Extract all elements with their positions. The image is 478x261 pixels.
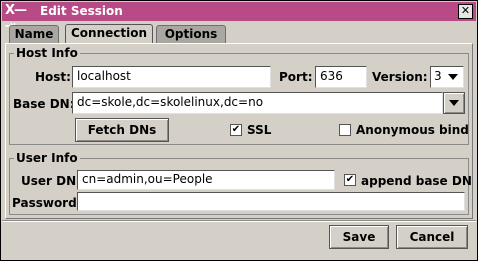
version-select[interactable]: 3 [430, 66, 464, 88]
cancel-button[interactable]: Cancel [396, 225, 468, 249]
x-app-icon: X—⇥ [5, 3, 27, 34]
password-label: Password: [12, 196, 82, 210]
user-info-label: User Info [14, 151, 80, 165]
append-base-dn-label: append base DN [361, 174, 472, 188]
user-dn-label: User DN: [21, 174, 81, 188]
fetch-dns-button[interactable]: Fetch DNs [75, 118, 169, 142]
version-value: 3 [434, 69, 442, 83]
chevron-down-icon [449, 100, 459, 106]
password-input[interactable] [77, 192, 465, 211]
close-window-button[interactable]: ✕ [458, 4, 473, 19]
host-info-label: Host Info [14, 46, 80, 60]
host-label: Host: [35, 70, 71, 84]
append-base-dn-checkbox[interactable]: ✔ [344, 174, 356, 186]
save-button[interactable]: Save [329, 225, 389, 249]
tab-options[interactable]: Options [156, 25, 226, 43]
tab-name[interactable]: Name [9, 25, 59, 43]
anonymous-bind-checkbox[interactable] [339, 124, 351, 136]
user-dn-input[interactable]: cn=admin,ou=People [77, 170, 335, 190]
edit-session-dialog: X—⇥ Edit Session ✕ Name Connection Optio… [0, 0, 478, 261]
close-icon: ✕ [460, 4, 471, 17]
port-input[interactable]: 636 [315, 66, 367, 88]
anonymous-bind-label: Anonymous bind [356, 123, 469, 137]
chevron-down-icon [448, 74, 458, 80]
version-label: Version: [372, 70, 428, 84]
checkmark-icon: ✔ [231, 124, 241, 135]
port-label: Port: [279, 70, 313, 84]
host-input[interactable]: localhost [72, 66, 271, 88]
ssl-label: SSL [247, 123, 272, 137]
separator [2, 220, 476, 222]
window-title: Edit Session [40, 4, 123, 18]
tab-connection[interactable]: Connection [65, 24, 153, 44]
checkmark-icon: ✔ [345, 174, 355, 185]
ssl-checkbox[interactable]: ✔ [230, 124, 242, 136]
base-dn-input[interactable]: dc=skole,dc=skolelinux,dc=no [72, 92, 443, 114]
title-bar[interactable]: X—⇥ Edit Session ✕ [2, 2, 476, 34]
base-dn-label: Base DN: [13, 97, 75, 111]
